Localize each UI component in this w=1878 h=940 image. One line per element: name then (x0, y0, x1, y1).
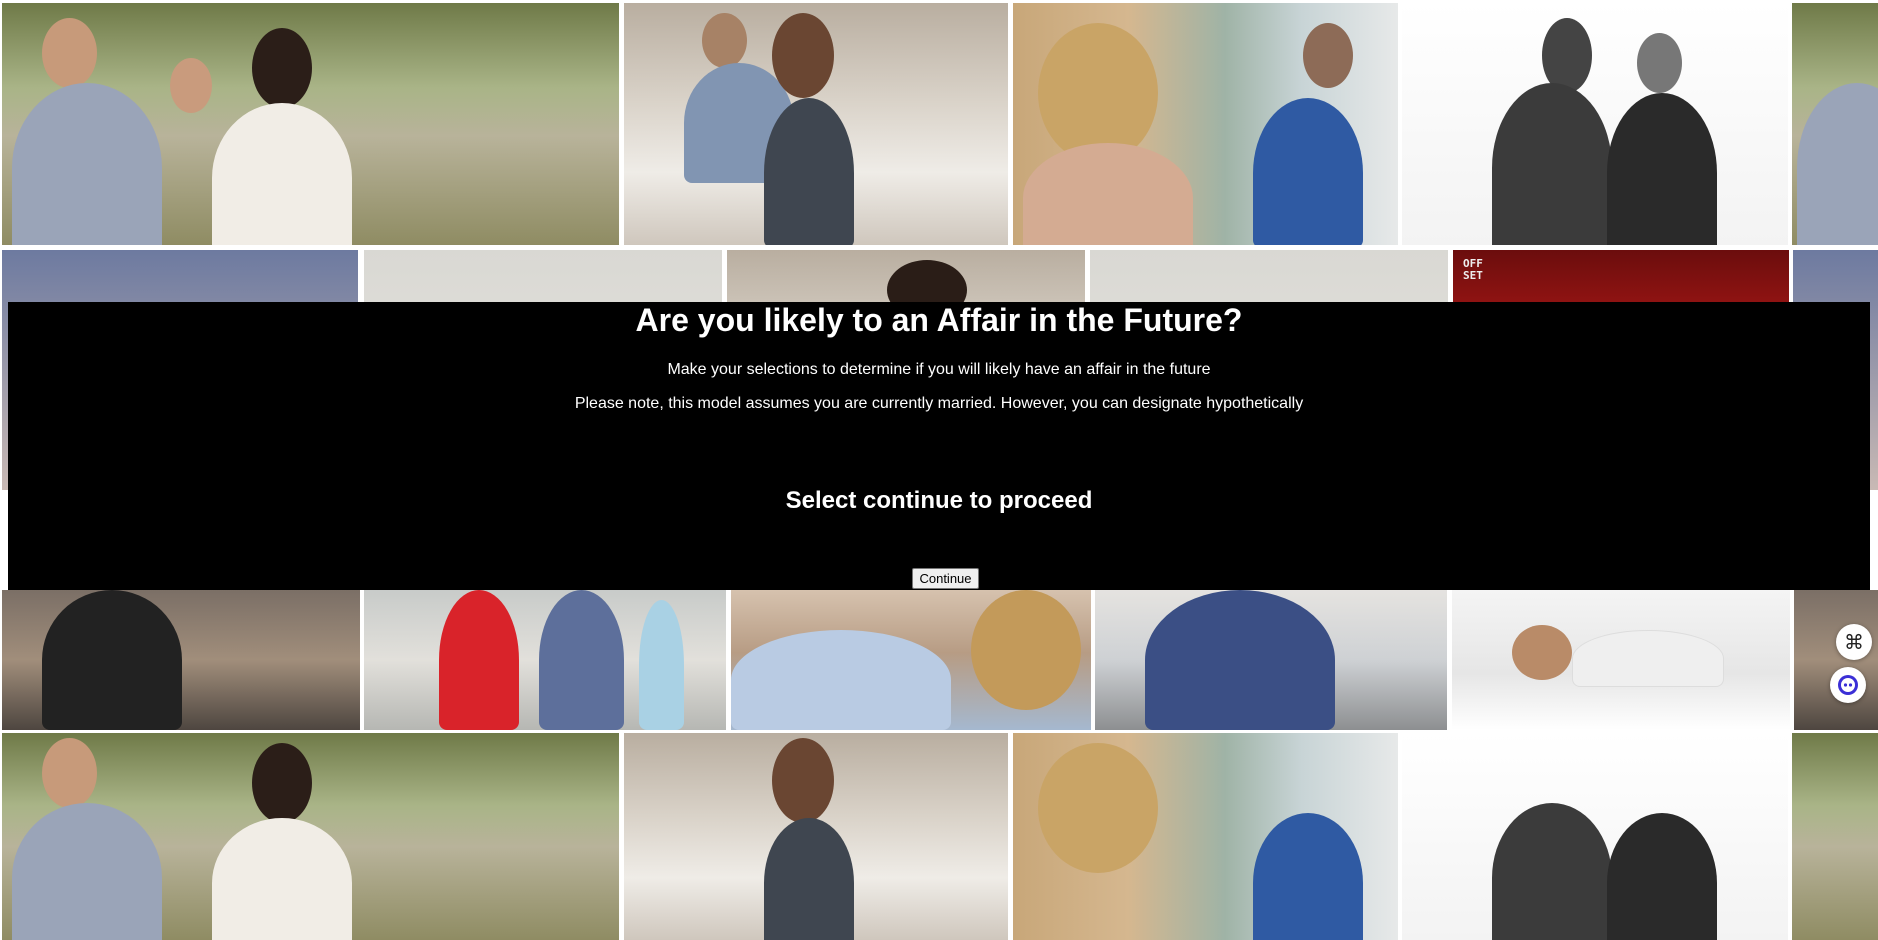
photo-person (1607, 813, 1717, 940)
photo-person (1145, 590, 1335, 730)
photo-person (1023, 143, 1193, 245)
photo-person (1303, 23, 1353, 88)
photo-tile (1452, 590, 1790, 730)
photo-tile (1013, 3, 1398, 245)
photo-person (1253, 98, 1363, 245)
modal-title: Are you likely to an Affair in the Futur… (635, 302, 1243, 338)
photo-person (1253, 813, 1363, 940)
photo-person (12, 803, 162, 940)
offset-sign-text: OFF SET (1463, 257, 1483, 282)
photo-person (764, 818, 854, 940)
proceed-instruction: Select continue to proceed (785, 487, 1093, 514)
photo-person (971, 590, 1081, 710)
photo-person (42, 18, 97, 88)
modal-note: Please note, this model assumes you are … (574, 395, 1304, 412)
photo-person (702, 13, 747, 68)
photo-person (252, 743, 312, 823)
photo-person (12, 83, 162, 245)
photo-person (1572, 630, 1724, 687)
photo-person (212, 818, 352, 940)
photo-tile (2, 733, 619, 940)
photo-person (212, 103, 352, 245)
photo-tile (1402, 733, 1788, 940)
photo-person (252, 28, 312, 108)
photo-tile (2, 3, 619, 245)
photo-person (772, 738, 834, 823)
photo-tile (364, 590, 726, 730)
chat-bot-icon[interactable] (1830, 667, 1866, 703)
modal-subtitle: Make your selections to determine if you… (667, 361, 1211, 378)
photo-person (1637, 33, 1682, 93)
photo-person (1038, 23, 1158, 163)
command-icon-glyph: ⌘ (1844, 630, 1864, 654)
photo-person (639, 600, 684, 730)
photo-person (764, 98, 854, 245)
photo-person (772, 13, 834, 98)
photo-person (1607, 93, 1717, 245)
photo-tile (1013, 733, 1398, 940)
command-icon[interactable]: ⌘ (1836, 624, 1872, 660)
photo-person (42, 738, 97, 808)
photo-person (170, 58, 212, 113)
photo-tile (731, 590, 1091, 730)
photo-person (1542, 18, 1592, 93)
photo-tile (1792, 733, 1878, 940)
photo-person (1038, 743, 1158, 873)
photo-person (1797, 83, 1878, 245)
continue-button[interactable]: Continue (912, 568, 979, 589)
photo-tile (624, 3, 1008, 245)
page-background: OFF SET Are you likely to an Affair in t… (0, 0, 1878, 940)
quiz-intro-modal: Are you likely to an Affair in the Futur… (8, 302, 1870, 590)
photo-tile (1095, 590, 1447, 730)
chat-bot-icon-graphic (1838, 675, 1858, 695)
photo-person (539, 590, 624, 730)
photo-person (1512, 625, 1572, 680)
photo-tile (1402, 3, 1788, 245)
photo-tile (2, 590, 360, 730)
photo-tile (1794, 590, 1878, 730)
photo-person (42, 590, 182, 730)
photo-tile (1792, 3, 1878, 245)
photo-person (731, 630, 951, 730)
photo-person (1492, 83, 1612, 245)
photo-person (439, 590, 519, 730)
photo-person (1492, 803, 1612, 940)
photo-tile (624, 733, 1008, 940)
